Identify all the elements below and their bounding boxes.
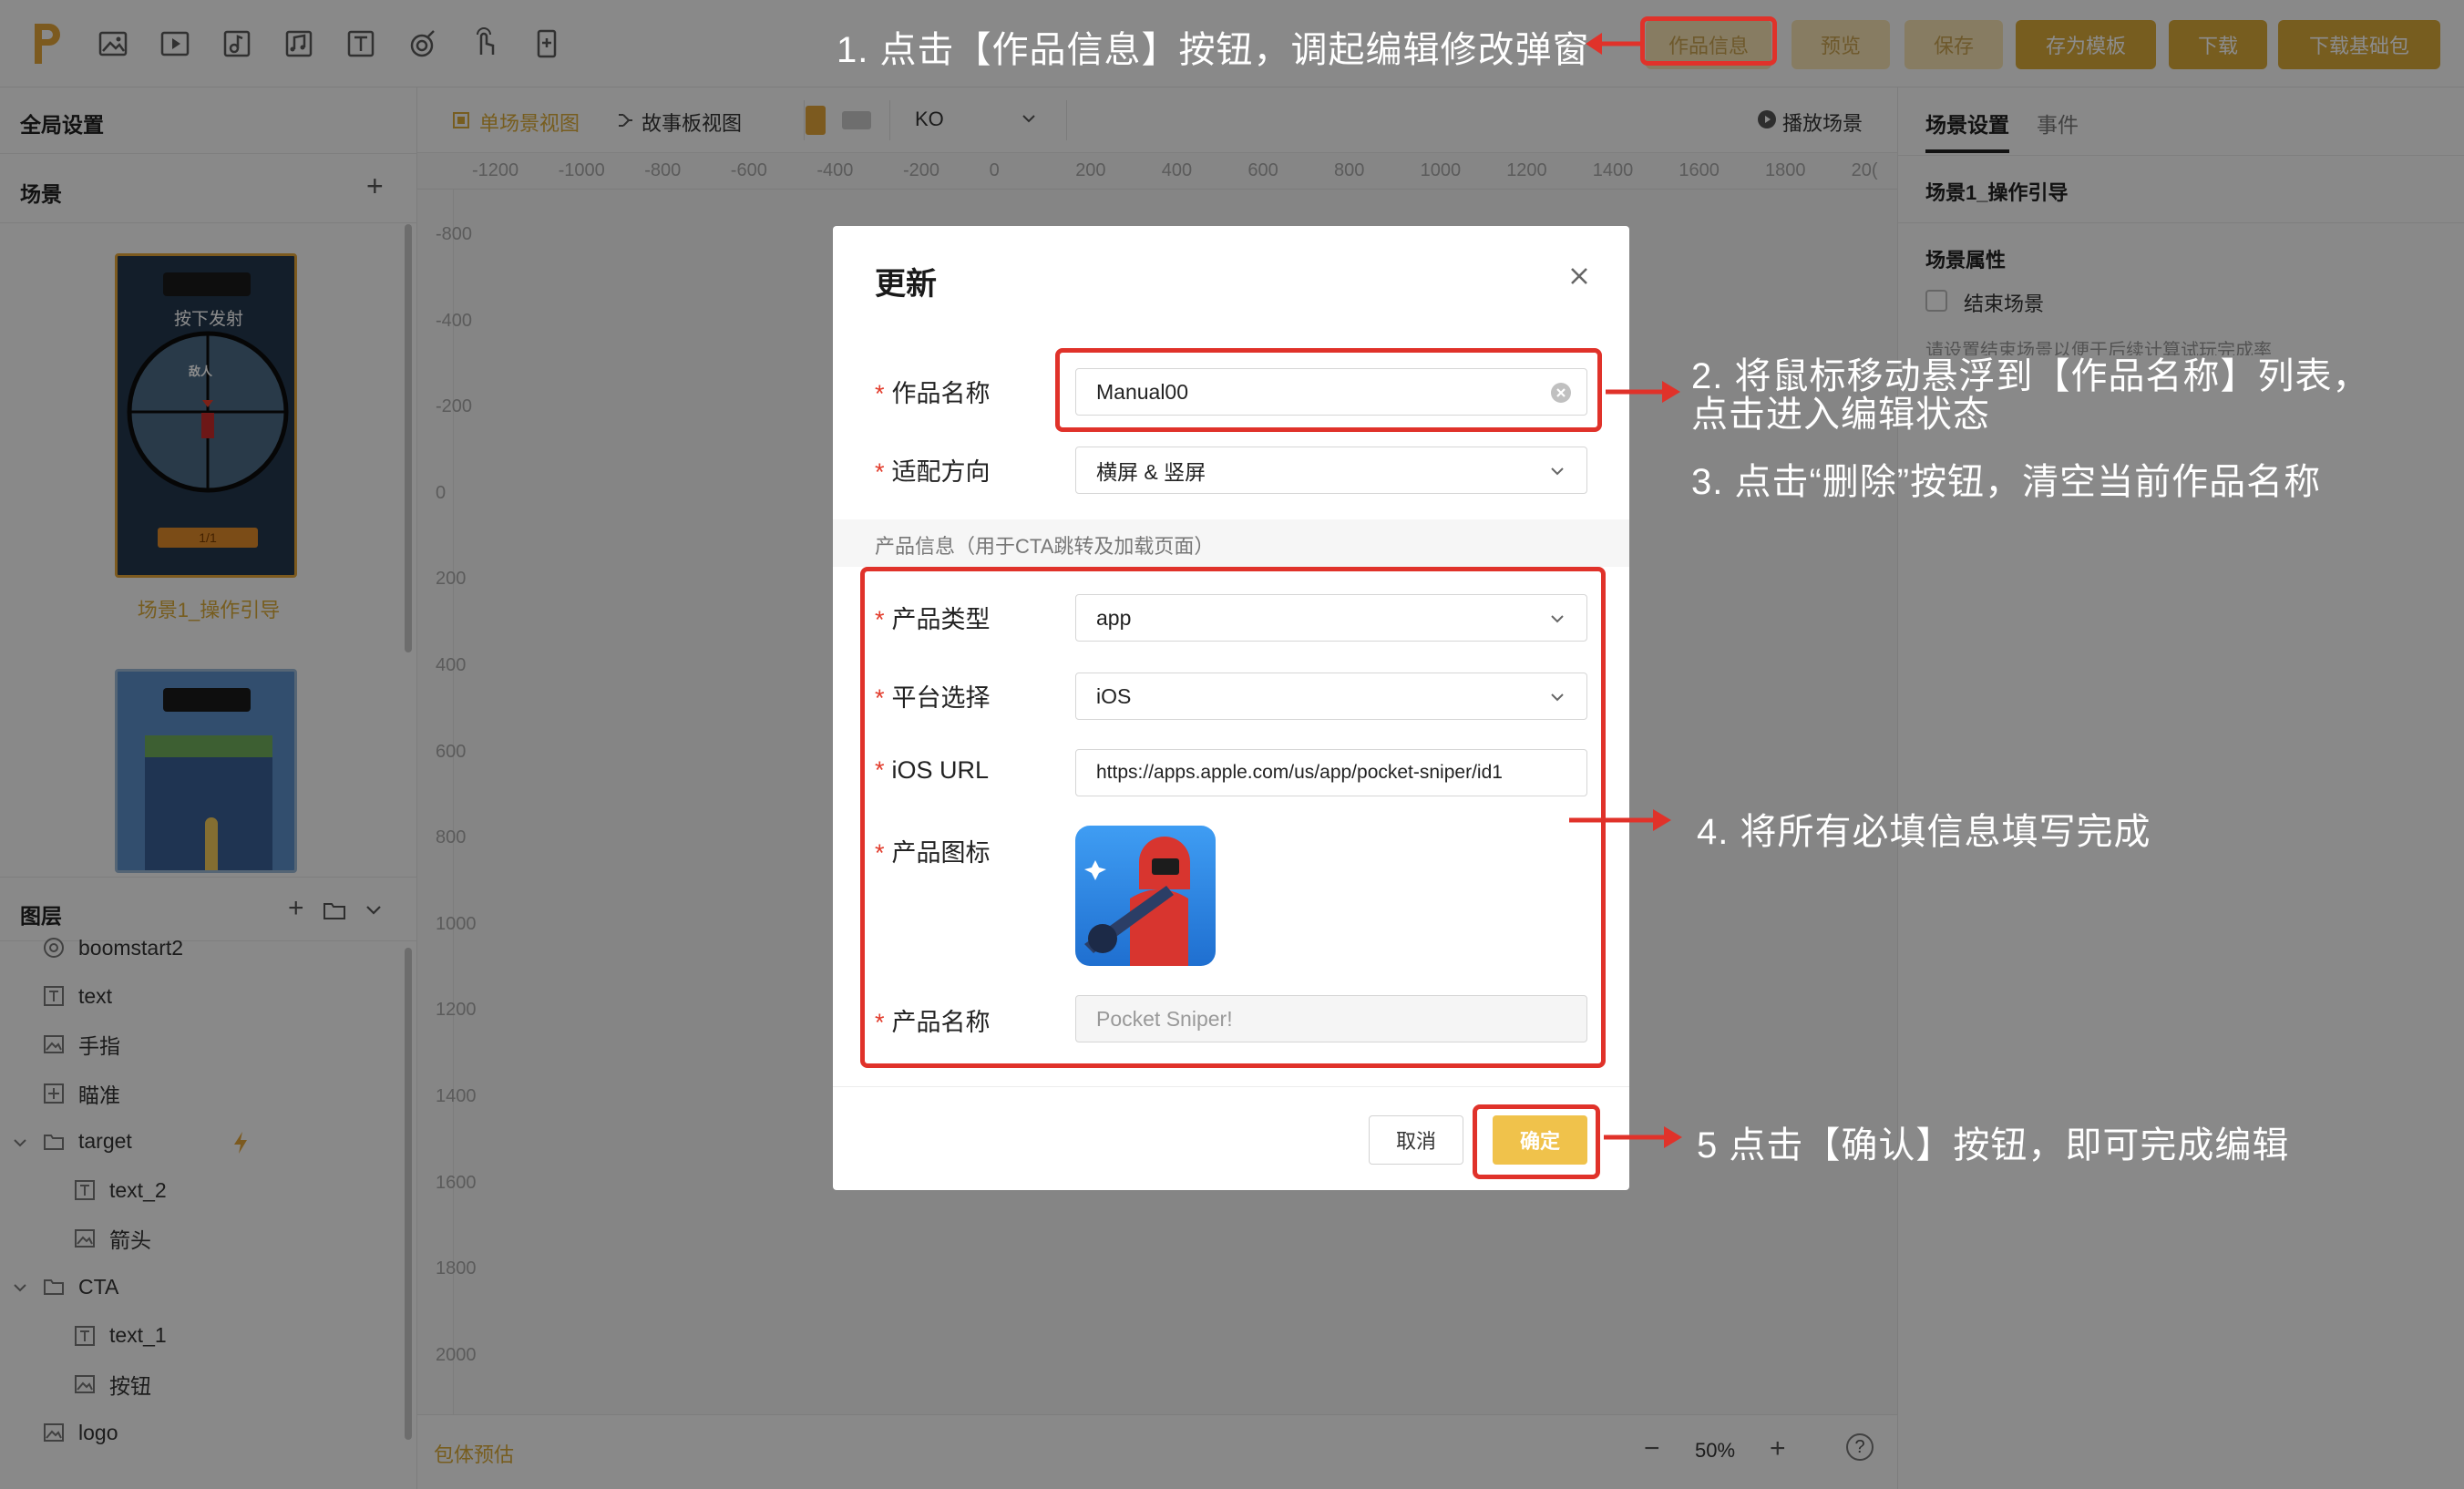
highlight-confirm (1473, 1104, 1600, 1179)
work-name-label: * 作品名称 (875, 380, 991, 407)
arrow-right-icon (1569, 809, 1671, 831)
arrow-right-icon (1604, 1126, 1682, 1148)
annotation-step-2-line-2: 点击进入编辑状态 (1691, 395, 1990, 435)
chevron-down-icon (1551, 467, 1564, 476)
annotation-step-1: 1. 点击【作品信息】按钮，调起编辑修改弹窗 (837, 30, 1590, 70)
highlight-required-fields (860, 567, 1606, 1068)
annotation-step-3: 3. 点击“删除”按钮，清空当前作品名称 (1691, 462, 2322, 502)
close-icon[interactable] (1564, 261, 1595, 292)
orientation-label: * 适配方向 (875, 458, 991, 486)
highlight-product-info (1640, 16, 1777, 66)
arrow-right-icon (1606, 381, 1680, 403)
divider (833, 1086, 1629, 1087)
annotation-step-4: 4. 将所有必填信息填写完成 (1697, 812, 2151, 852)
arrow-left-icon (1586, 33, 1644, 55)
orientation-value: 横屏 & 竖屏 (1096, 460, 1206, 484)
product-info-section: 产品信息（用于CTA跳转及加载页面） (833, 519, 1629, 567)
orientation-select[interactable]: 横屏 & 竖屏 (1075, 447, 1587, 494)
annotation-step-5: 5 点击【确认】按钮，即可完成编辑 (1697, 1125, 2290, 1166)
highlight-work-name (1055, 348, 1602, 432)
modal-title: 更新 (875, 267, 937, 302)
product-info-section-title: 产品信息（用于CTA跳转及加载页面） (875, 535, 1215, 558)
cancel-button[interactable]: 取消 (1369, 1115, 1463, 1165)
